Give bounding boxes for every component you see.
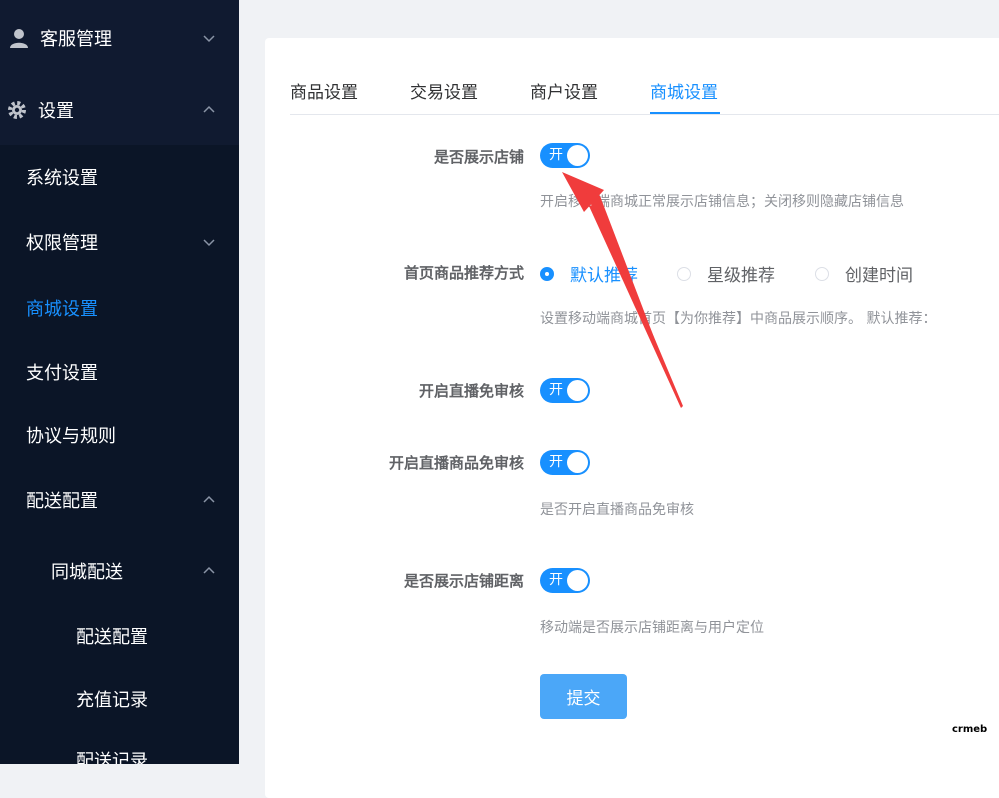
switch-knob <box>567 452 588 473</box>
top-bar <box>239 0 999 12</box>
sidebar-item-label: 设置 <box>38 101 74 122</box>
show-distance-hint: 移动端是否展示店铺距离与用户定位 <box>540 620 764 636</box>
sidebar-item-label: 充值记录 <box>76 690 148 711</box>
switch-text: 开 <box>549 572 563 588</box>
chevron-down-icon <box>203 239 215 247</box>
sidebar-item-label: 系统设置 <box>26 168 98 189</box>
show-distance-switch[interactable]: 开 <box>540 568 590 593</box>
radio-label: 默认推荐 <box>570 266 638 286</box>
radio-label: 星级推荐 <box>707 266 775 286</box>
sidebar-item-payment-settings[interactable]: 支付设置 <box>0 341 239 403</box>
show-store-hint: 开启移动端商城正常展示店铺信息；关闭移则隐藏店铺信息 <box>540 194 904 210</box>
chevron-up-icon <box>203 495 215 503</box>
sidebar-item-label: 同城配送 <box>51 562 123 583</box>
sidebar-item-system-settings[interactable]: 系统设置 <box>0 145 239 209</box>
recommend-label: 首页商品推荐方式 <box>403 264 524 282</box>
sidebar-item-delivery-config-sub[interactable]: 配送配置 <box>0 604 239 668</box>
tab-goods-settings[interactable]: 商品设置 <box>290 78 358 103</box>
sidebar-item-delivery-config[interactable]: 配送配置 <box>0 467 239 533</box>
sidebar-item-delivery-records[interactable]: 配送记录 <box>0 740 239 764</box>
settings-card <box>265 38 999 798</box>
sidebar-item-recharge-records[interactable]: 充值记录 <box>0 668 239 730</box>
radio-default-recommend[interactable]: 默认推荐 <box>540 261 638 286</box>
switch-text: 开 <box>549 382 563 398</box>
tab-merchant-settings[interactable]: 商户设置 <box>530 78 598 103</box>
switch-knob <box>567 570 588 591</box>
sidebar-item-agreements[interactable]: 协议与规则 <box>0 403 239 467</box>
recommend-hint: 设置移动端商城首页【为你推荐】中商品展示顺序。 默认推荐： <box>540 311 937 327</box>
sidebar-item-label: 配送配置 <box>76 627 148 648</box>
sidebar-item-customer-service[interactable]: 客服管理 <box>0 0 239 75</box>
sidebar-item-settings[interactable]: 设置 <box>0 75 239 145</box>
radio-star-recommend[interactable]: 星级推荐 <box>677 261 775 286</box>
user-icon <box>10 28 28 48</box>
tab-bar <box>290 64 999 115</box>
sidebar-item-label: 协议与规则 <box>26 426 116 447</box>
tab-mall-settings[interactable]: 商城设置 <box>650 78 718 103</box>
show-store-switch[interactable]: 开 <box>540 143 590 168</box>
sidebar-item-label: 配送记录 <box>76 751 148 764</box>
radio-dot <box>540 266 554 281</box>
live-goods-no-review-hint: 是否开启直播商品免审核 <box>540 502 694 518</box>
show-store-label: 是否展示店铺 <box>433 148 524 166</box>
sidebar-item-label: 商城设置 <box>26 299 98 320</box>
radio-dot <box>677 266 691 281</box>
live-goods-no-review-label: 开启直播商品免审核 <box>388 454 524 472</box>
switch-text: 开 <box>549 454 563 470</box>
show-distance-label: 是否展示店铺距离 <box>403 572 524 590</box>
submit-button[interactable]: 提交 <box>540 674 627 719</box>
tab-trade-settings[interactable]: 交易设置 <box>410 78 478 103</box>
sidebar-item-label: 客服管理 <box>40 28 112 50</box>
gear-icon <box>8 101 26 119</box>
watermark-logo: crmeb <box>952 724 988 735</box>
live-goods-no-review-switch[interactable]: 开 <box>540 450 590 475</box>
radio-create-time[interactable]: 创建时间 <box>815 261 913 286</box>
chevron-down-icon <box>203 34 215 42</box>
sidebar-item-permissions[interactable]: 权限管理 <box>0 209 239 275</box>
sidebar-item-city-delivery[interactable]: 同城配送 <box>0 538 239 604</box>
sidebar-item-label: 权限管理 <box>26 233 98 254</box>
sidebar-item-label: 配送配置 <box>26 491 98 512</box>
tab-active-indicator <box>650 112 720 114</box>
chevron-up-icon <box>203 105 215 113</box>
live-no-review-switch[interactable]: 开 <box>540 378 590 403</box>
switch-knob <box>567 380 588 401</box>
radio-dot <box>815 266 829 281</box>
sidebar-item-mall-settings[interactable]: 商城设置 <box>0 275 239 341</box>
live-no-review-label: 开启直播免审核 <box>418 382 524 400</box>
sidebar-item-label: 支付设置 <box>26 363 98 384</box>
sidebar: 客服管理 设置 系统设置 权限管理 商城设置 支付设置 协议与规则 配送配置 同… <box>0 0 239 764</box>
chevron-up-icon <box>203 566 215 574</box>
switch-knob <box>567 145 588 166</box>
switch-text: 开 <box>549 147 563 163</box>
radio-label: 创建时间 <box>845 266 913 286</box>
